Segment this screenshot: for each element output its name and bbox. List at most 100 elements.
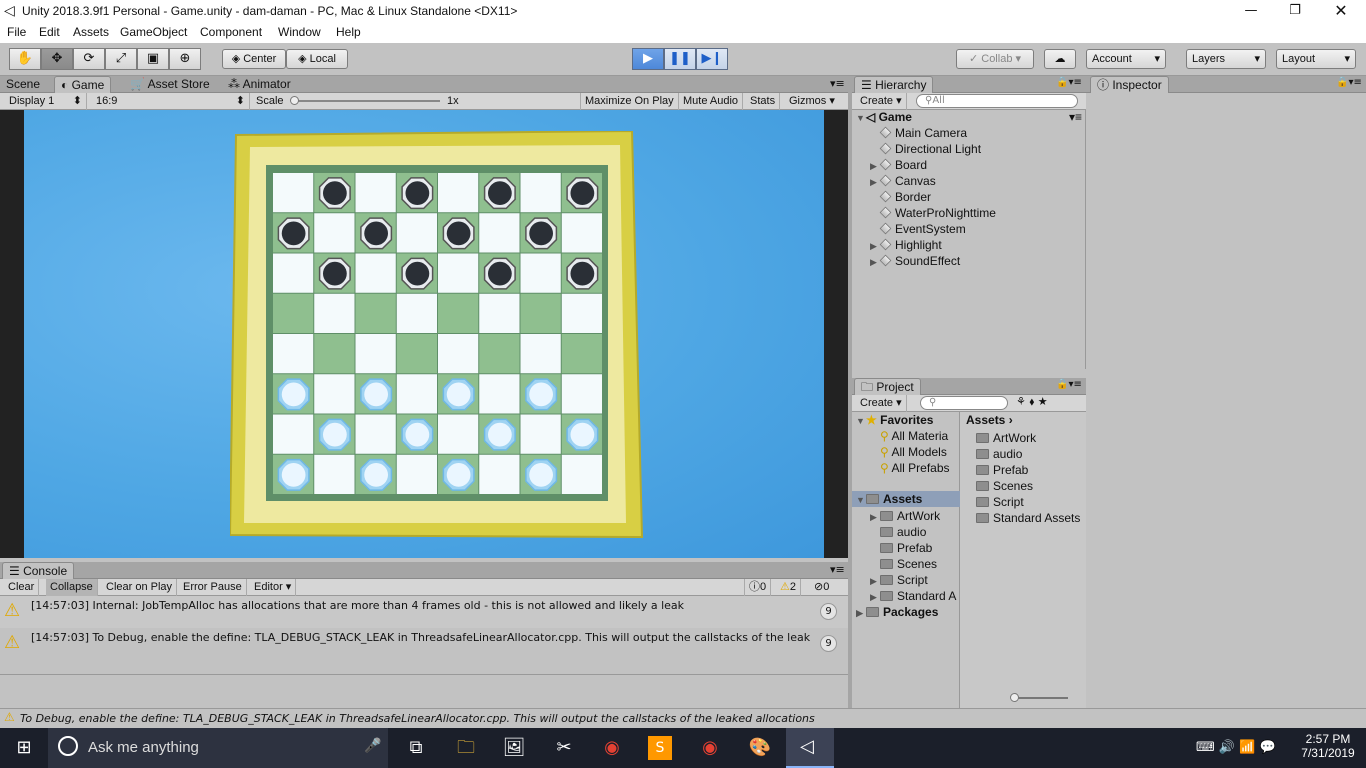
paint-icon[interactable]: 🎨 bbox=[746, 734, 774, 762]
collab-button[interactable]: ✓ Collab ▾ bbox=[956, 49, 1034, 69]
light-checker-piece[interactable] bbox=[566, 418, 599, 451]
dark-checker-piece[interactable] bbox=[483, 257, 516, 290]
board-square[interactable] bbox=[355, 253, 396, 293]
board-square[interactable] bbox=[520, 334, 561, 374]
task-view-icon[interactable]: ⧉ bbox=[402, 734, 430, 762]
asset-folder[interactable]: Scenes bbox=[976, 478, 1084, 494]
menu-component[interactable]: Component bbox=[200, 25, 262, 39]
board-square[interactable] bbox=[520, 253, 561, 293]
board-square[interactable] bbox=[479, 454, 520, 494]
board-square[interactable] bbox=[561, 334, 602, 374]
close-button[interactable]: ✕ bbox=[1318, 0, 1364, 23]
asset-folder[interactable]: ArtWork bbox=[976, 430, 1084, 446]
board-square[interactable] bbox=[438, 334, 479, 374]
assets-breadcrumb[interactable]: Assets › bbox=[966, 412, 1013, 428]
board-square[interactable] bbox=[396, 213, 437, 253]
light-checker-piece[interactable] bbox=[483, 418, 516, 451]
step-button[interactable]: ▶❙ bbox=[696, 48, 728, 70]
assets-tree-item[interactable]: ▶ Script bbox=[870, 572, 960, 588]
board-square[interactable] bbox=[314, 454, 355, 494]
light-checker-piece[interactable] bbox=[277, 458, 310, 491]
inspector-lock-icon[interactable]: 🔒▾≡ bbox=[1336, 77, 1362, 88]
scale-slider-track[interactable] bbox=[292, 100, 440, 102]
maximize-on-play-toggle[interactable]: Maximize On Play bbox=[580, 93, 679, 110]
filter-icons[interactable]: ⚘ ⬧ ★ bbox=[1016, 395, 1048, 409]
light-checker-piece[interactable] bbox=[277, 378, 310, 411]
assets-tree-item[interactable]: audio bbox=[870, 524, 960, 540]
account-dropdown[interactable]: Account ▾ bbox=[1086, 49, 1166, 69]
light-checker-piece[interactable] bbox=[360, 458, 393, 491]
checkers-board[interactable] bbox=[230, 131, 646, 539]
tab-asset-store[interactable]: 🛒 Asset Store bbox=[124, 76, 216, 93]
pivot-local-button[interactable]: ◈ Local bbox=[286, 49, 348, 69]
scene-root[interactable]: ▼◁ Game ▾≡ bbox=[856, 109, 1082, 125]
light-checker-piece[interactable] bbox=[442, 458, 475, 491]
board-square[interactable] bbox=[438, 173, 479, 213]
tab-hierarchy[interactable]: ☰ Hierarchy bbox=[854, 76, 934, 93]
asset-folder[interactable]: Prefab bbox=[976, 462, 1084, 478]
snipping-tool-icon[interactable]: ✂ bbox=[550, 734, 578, 762]
light-checker-piece[interactable] bbox=[360, 378, 393, 411]
dark-checker-piece[interactable] bbox=[360, 217, 393, 250]
project-lock-icon[interactable]: 🔒▾≡ bbox=[1056, 379, 1082, 390]
dark-checker-piece[interactable] bbox=[277, 217, 310, 250]
board-square[interactable] bbox=[561, 454, 602, 494]
board-square[interactable] bbox=[314, 374, 355, 414]
board-square[interactable] bbox=[438, 414, 479, 454]
aspect-dropdown[interactable]: 16:9 ⬍ bbox=[92, 93, 250, 110]
tab-console[interactable]: ☰ Console bbox=[2, 562, 75, 579]
board-square[interactable] bbox=[561, 293, 602, 333]
zoom-slider-thumb[interactable] bbox=[1010, 693, 1019, 702]
pivot-center-button[interactable]: ◈ Center bbox=[222, 49, 286, 69]
dark-checker-piece[interactable] bbox=[525, 217, 558, 250]
board-square[interactable] bbox=[396, 293, 437, 333]
board-square[interactable] bbox=[273, 334, 314, 374]
assets-tree-item[interactable]: Prefab bbox=[870, 540, 960, 556]
asset-folder[interactable]: Script bbox=[976, 494, 1084, 510]
board-square[interactable] bbox=[314, 213, 355, 253]
board-square[interactable] bbox=[355, 293, 396, 333]
rotate-tool-icon[interactable]: ⟳ bbox=[73, 48, 105, 70]
menu-assets[interactable]: Assets bbox=[73, 25, 109, 39]
project-search-input[interactable]: ⚲ bbox=[920, 396, 1008, 410]
board-square[interactable] bbox=[396, 374, 437, 414]
light-checker-piece[interactable] bbox=[525, 378, 558, 411]
zoom-slider[interactable] bbox=[1012, 697, 1068, 699]
light-checker-piece[interactable] bbox=[442, 378, 475, 411]
chrome-icon-2[interactable]: ◉ bbox=[696, 734, 724, 762]
board-square[interactable] bbox=[314, 293, 355, 333]
hierarchy-item[interactable]: Border bbox=[870, 189, 1082, 205]
menu-gameobject[interactable]: GameObject bbox=[120, 25, 187, 39]
taskbar-search-box[interactable]: Ask me anything 🎤 bbox=[48, 728, 388, 768]
status-bar[interactable]: ⚠ To Debug, enable the define: TLA_DEBUG… bbox=[0, 708, 1366, 728]
console-message[interactable]: ⚠ [14:57:03] Internal: JobTempAlloc has … bbox=[0, 596, 848, 628]
play-button[interactable]: ▶ bbox=[632, 48, 664, 70]
dark-checker-piece[interactable] bbox=[483, 177, 516, 210]
hierarchy-item[interactable]: EventSystem bbox=[870, 221, 1082, 237]
sublime-text-icon[interactable]: S bbox=[648, 736, 672, 760]
dark-checker-piece[interactable] bbox=[401, 257, 434, 290]
board-square[interactable] bbox=[355, 414, 396, 454]
board-square[interactable] bbox=[438, 293, 479, 333]
hierarchy-item[interactable]: Main Camera bbox=[870, 125, 1082, 141]
board-square[interactable] bbox=[520, 173, 561, 213]
board-square[interactable] bbox=[479, 334, 520, 374]
console-error-pause-toggle[interactable]: Error Pause bbox=[179, 579, 247, 596]
expand-arrow-icon[interactable]: ▶ bbox=[870, 238, 880, 253]
tab-project[interactable]: 🗀 Project bbox=[854, 378, 921, 395]
board-square[interactable] bbox=[273, 293, 314, 333]
console-editor-dropdown[interactable]: Editor ▾ bbox=[250, 579, 297, 596]
hand-tool-icon[interactable]: ✋ bbox=[9, 48, 41, 70]
expand-arrow-icon[interactable]: ▶ bbox=[870, 158, 880, 173]
tab-inspector[interactable]: ⓘ Inspector bbox=[1090, 76, 1169, 93]
dark-checker-piece[interactable] bbox=[318, 257, 351, 290]
assets-tree-item[interactable]: ▶ Standard A bbox=[870, 588, 960, 604]
gizmos-toggle[interactable]: Gizmos ▾ bbox=[785, 93, 839, 110]
board-square[interactable] bbox=[273, 173, 314, 213]
taskbar-clock[interactable]: 2:57 PM 7/31/2019 bbox=[1300, 732, 1356, 760]
board-square[interactable] bbox=[355, 334, 396, 374]
expand-arrow-icon[interactable]: ▶ bbox=[870, 254, 880, 269]
board-square[interactable] bbox=[396, 334, 437, 374]
favorites-item[interactable]: ⚲ All Materia bbox=[880, 428, 960, 444]
board-square[interactable] bbox=[520, 414, 561, 454]
